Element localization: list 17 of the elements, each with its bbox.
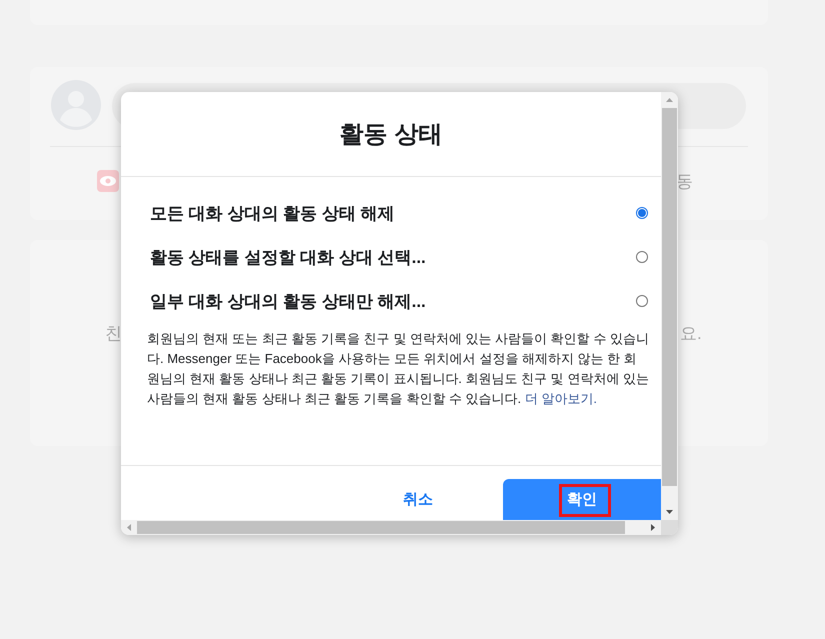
cancel-button[interactable]: 취소 bbox=[339, 479, 497, 520]
description-text: 회원님의 현재 또는 최근 활동 기록을 친구 및 연락처에 있는 사람들이 확인할 수 있습니다. Messenger 또는 Facebook을 사용하는 모든 위치에서 설정을 해제하지 않는 한 회원님의 현재 활동 상태나 최근 활동 기록이 표시됩니다. 회원님도 친구 및 연락처에 있는 사람들의 현재 활동 상태나 최근 활동 기록을 확인할 수 있습니다. 더 알아보기. bbox=[147, 330, 649, 408]
option-label: 모든 대화 상대의 활동 상태 해제 bbox=[150, 202, 395, 224]
info-text: 친 bbox=[105, 323, 122, 345]
info-text: 요. bbox=[680, 323, 702, 345]
option-label: 일부 대화 상대의 활동 상태만 해제... bbox=[150, 290, 426, 312]
eye-icon bbox=[97, 170, 119, 192]
option-label: 활동 상태를 설정할 대화 상대 선택... bbox=[150, 246, 426, 268]
radio-button[interactable] bbox=[636, 295, 648, 307]
confirm-button[interactable]: 확인 bbox=[503, 479, 661, 520]
scrollbar-corner bbox=[661, 520, 678, 535]
radio-button[interactable] bbox=[636, 251, 648, 263]
radio-button[interactable] bbox=[636, 207, 648, 219]
horizontal-scrollbar[interactable] bbox=[121, 520, 661, 535]
learn-more-link[interactable]: 더 알아보기. bbox=[524, 391, 597, 406]
action-label: 동 bbox=[676, 171, 693, 193]
vertical-scrollbar[interactable] bbox=[661, 92, 678, 520]
